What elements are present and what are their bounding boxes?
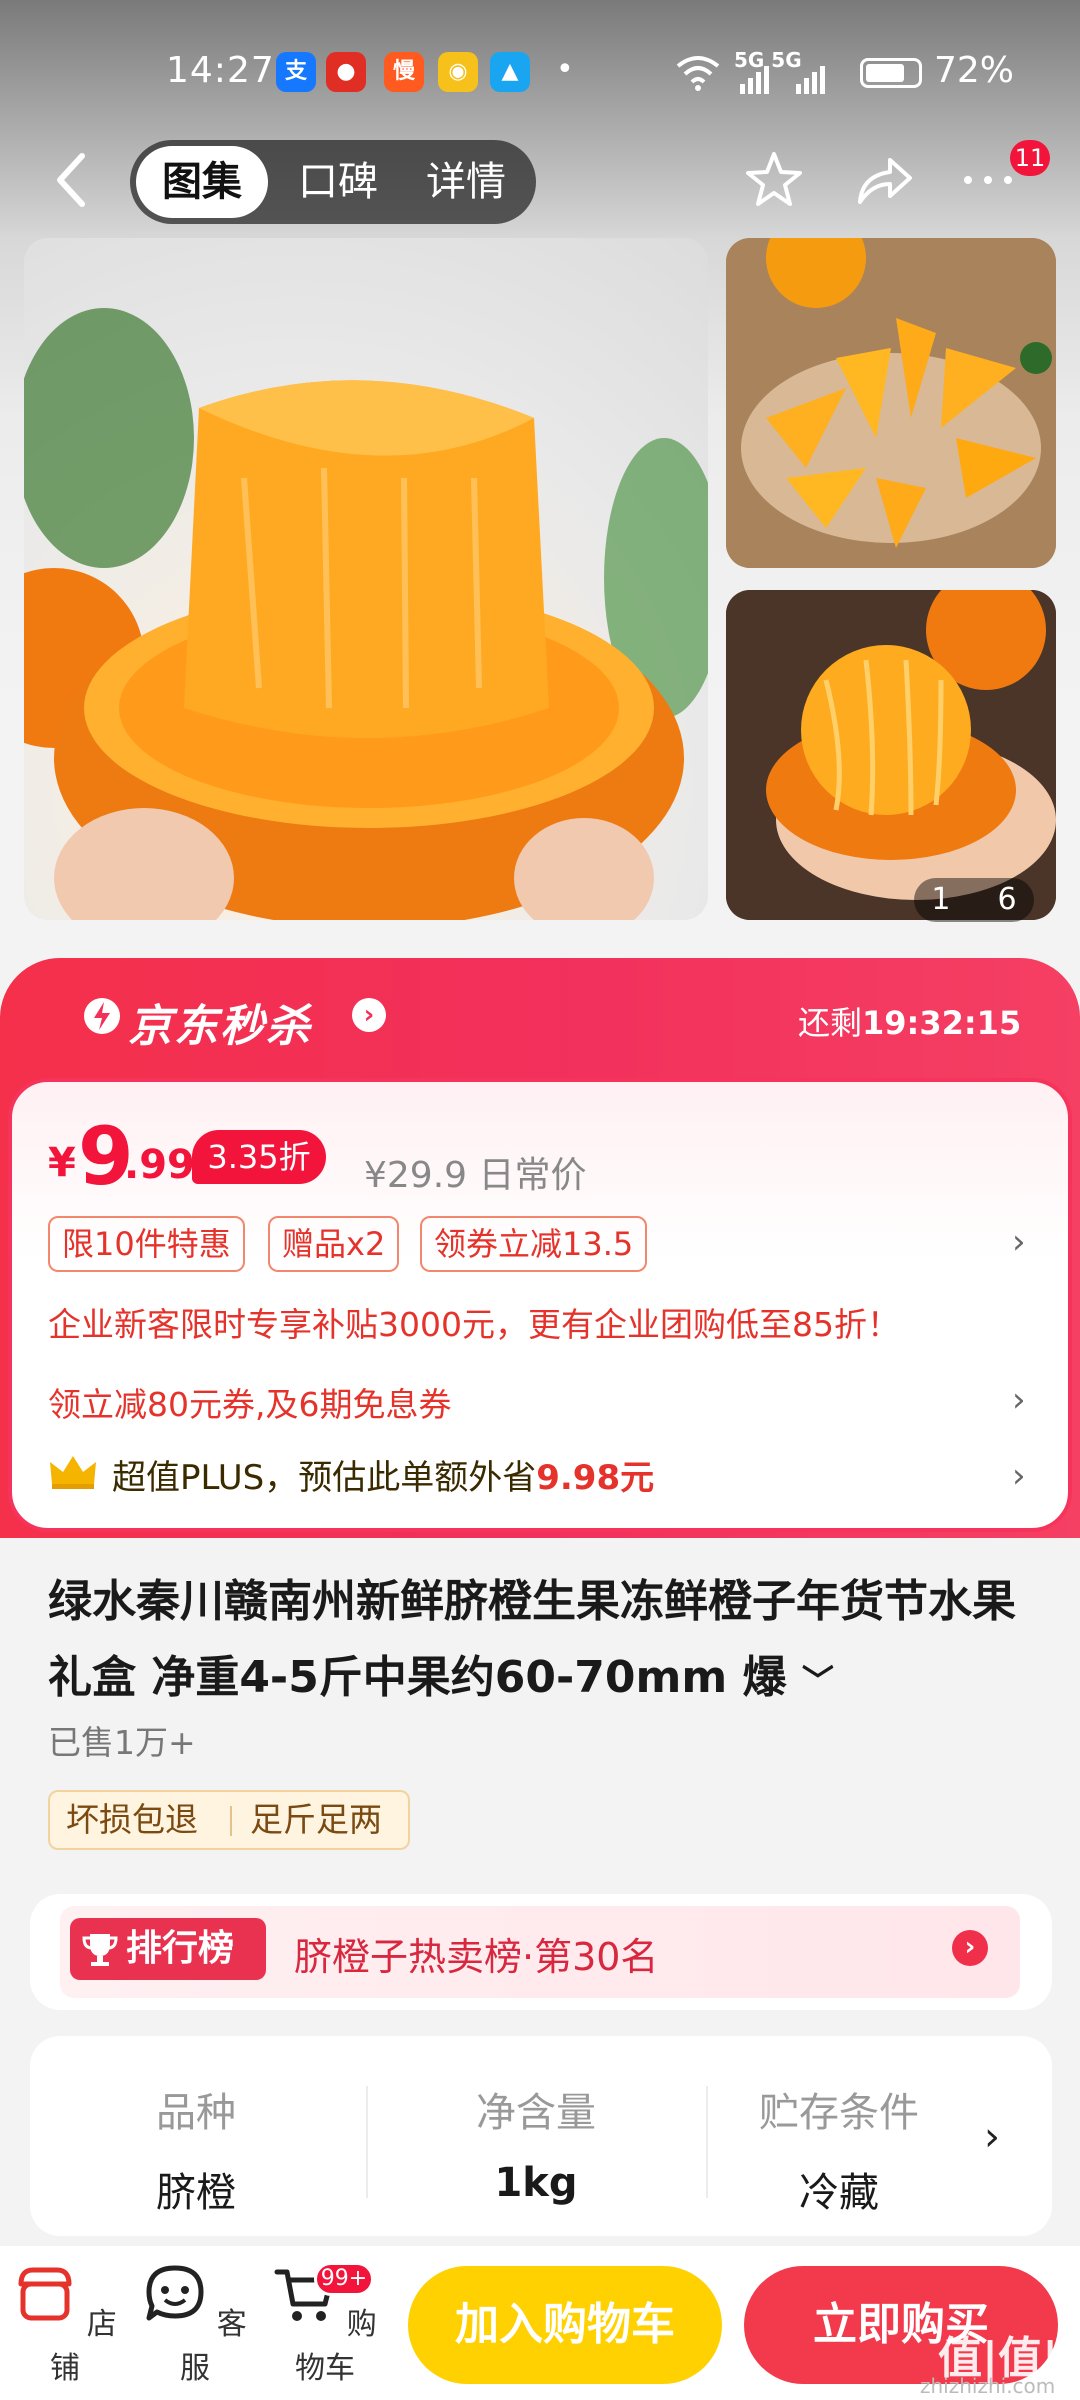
status-bar: 14:27 支 ● 慢 ◉ ▲ • 5G 5G 72%: [0, 38, 1080, 108]
spec-net-weight: 净含量 1kg: [386, 2080, 686, 2206]
trophy-icon: [82, 1934, 118, 1966]
ranking-badge-label: 排行榜: [126, 1928, 235, 1969]
camel-icon: ▲: [490, 52, 530, 92]
ranking-badge: 排行榜: [70, 1918, 266, 1980]
product-title-text: 绿水秦川赣南州新鲜脐橙生果冻鲜橙子年货节水果礼盒 净重4-5斤中果约60-70m…: [48, 1576, 1016, 1703]
plus-savings-label: 超值PLUS，预估此单额外省: [112, 1458, 537, 1498]
flash-countdown: 还剩19:32:15: [798, 998, 1021, 1044]
service-damage-return: 坏损包退: [66, 1800, 198, 1839]
tab-details[interactable]: 详情: [406, 140, 526, 224]
sold-count: 已售1万+: [48, 1723, 196, 1762]
signal-bars-icon: [740, 66, 825, 94]
share-icon[interactable]: [852, 148, 916, 212]
coupon-promo-text[interactable]: 领立减80元券,及6期免息券: [48, 1378, 451, 1426]
flash-sale-title[interactable]: 京东秒杀: [128, 990, 312, 1054]
manmanbuy-icon: 慢: [384, 52, 424, 92]
gallery-counter-current: 1: [931, 882, 951, 917]
shop-button[interactable]: 店铺: [10, 2262, 120, 2387]
spec-variety: 品种 脐橙: [46, 2080, 346, 2218]
add-to-cart-button[interactable]: 加入购物车: [408, 2266, 722, 2384]
spec-value: 脐橙: [156, 2170, 236, 2216]
promo-tag-gift[interactable]: 赠品x2: [268, 1216, 400, 1272]
spec-divider: [706, 2086, 708, 2198]
chevron-down-icon[interactable]: ﹀: [802, 1662, 834, 1700]
status-time: 14:27: [166, 50, 275, 91]
plus-savings-text[interactable]: 超值PLUS，预估此单额外省9.98元: [112, 1450, 654, 1499]
spec-value: 冷藏: [799, 2170, 879, 2216]
chevron-right-icon[interactable]: ›: [952, 1930, 988, 1966]
currency-symbol: ¥: [48, 1140, 76, 1186]
countdown-label: 还剩: [798, 1004, 863, 1042]
pinduoduo-icon: ●: [326, 52, 366, 92]
battery-icon: [860, 58, 922, 88]
spec-key: 净含量: [476, 2090, 596, 2136]
service-badges[interactable]: 坏损包退 足斤足两: [48, 1790, 410, 1850]
service-full-weight: 足斤足两: [250, 1800, 382, 1839]
spec-storage: 贮存条件 冷藏: [724, 2080, 954, 2218]
view-tabs: 图集 口碑 详情: [130, 140, 536, 224]
chevron-right-icon[interactable]: ›: [984, 2114, 1000, 2160]
discount-badge: 3.35折: [192, 1130, 326, 1184]
plus-savings-amount: 9.98元: [536, 1458, 655, 1498]
product-title[interactable]: 绿水秦川赣南州新鲜脐橙生果冻鲜橙子年货节水果礼盒 净重4-5斤中果约60-70m…: [48, 1564, 1028, 1719]
promo-tag-limited[interactable]: 限10件特惠: [48, 1216, 245, 1272]
chevron-right-icon[interactable]: ›: [1012, 1380, 1026, 1420]
price-decimal: .99: [124, 1142, 195, 1188]
flash-bolt-icon: [84, 998, 120, 1034]
shop-icon: [18, 2267, 72, 2321]
cart-count-badge: 99+: [314, 2262, 374, 2296]
spec-value: 1kg: [494, 2160, 578, 2206]
spec-key: 贮存条件: [759, 2090, 919, 2136]
promo-tag-coupon[interactable]: 领券立减13.5: [420, 1216, 648, 1272]
alipay-icon: 支: [276, 52, 316, 92]
chevron-right-icon[interactable]: ›: [1012, 1456, 1026, 1496]
crown-icon: [50, 1456, 96, 1489]
back-arrow-icon[interactable]: [52, 150, 92, 210]
chevron-right-icon[interactable]: ›: [352, 998, 386, 1032]
spec-key: 品种: [156, 2090, 236, 2136]
gallery-thumb-orange-slices[interactable]: [726, 238, 1056, 568]
favorite-star-icon[interactable]: [742, 148, 806, 212]
notification-dot: •: [556, 52, 574, 87]
main-product-image[interactable]: [24, 238, 708, 920]
battery-percent: 72%: [934, 50, 1015, 91]
spec-divider: [366, 2086, 368, 2198]
tab-gallery[interactable]: 图集: [136, 146, 268, 218]
enterprise-promo-text[interactable]: 企业新客限时专享补贴3000元，更有企业团购低至85折！: [48, 1298, 900, 1346]
weibo-icon: ◉: [438, 52, 478, 92]
tab-reviews[interactable]: 口碑: [278, 140, 398, 224]
gallery-counter: 1 6: [914, 878, 1034, 922]
gallery-thumb-peeled-orange[interactable]: [726, 590, 1056, 920]
original-price: ¥29.9 日常价: [364, 1155, 587, 1196]
gallery-counter-total: 6: [997, 882, 1017, 917]
countdown-time: 19:32:15: [862, 1004, 1022, 1042]
service-chat-icon: [146, 2265, 204, 2321]
customer-service-button[interactable]: 客服: [140, 2262, 250, 2387]
wifi-icon: [676, 56, 720, 91]
service-divider: [230, 1806, 232, 1836]
ranking-text[interactable]: 脐橙子热卖榜·第30名: [294, 1926, 658, 1981]
chevron-right-icon[interactable]: ›: [1012, 1222, 1026, 1262]
message-badge: 11: [1010, 140, 1050, 176]
watermark-url: zhizhizhi.com: [920, 2374, 1056, 2398]
